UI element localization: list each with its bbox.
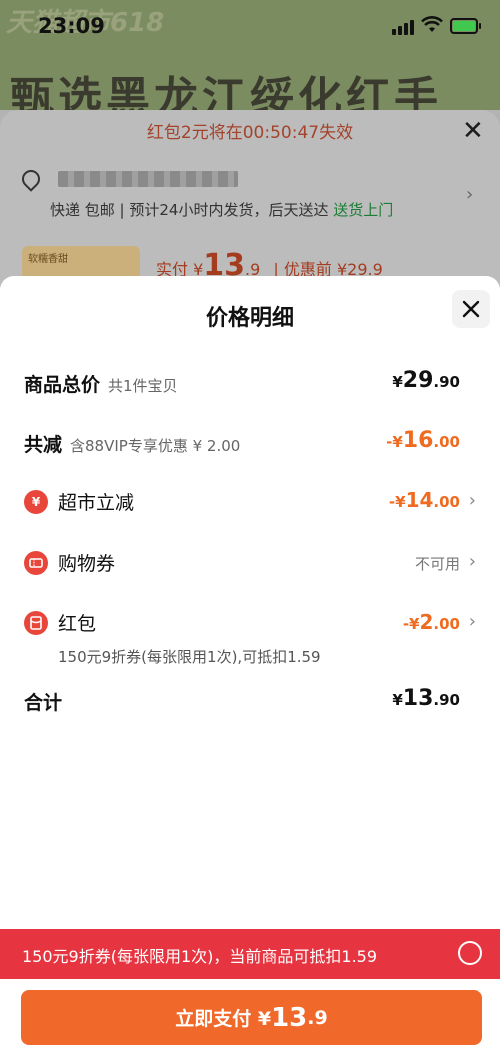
discount-sub: 含88VIP专享优惠 ¥ 2.00	[70, 437, 241, 455]
close-button[interactable]	[452, 290, 490, 328]
goods-total-title: 商品总价	[24, 374, 101, 396]
signal-icon	[392, 20, 414, 35]
redpacket-timer: 红包2元将在00:50:47失效	[146, 123, 354, 143]
market-cents: .00	[433, 493, 460, 511]
row-goods-total: 商品总价 共1件宝贝 ¥29.90	[0, 368, 500, 398]
chevron-right-icon: ›	[468, 611, 476, 632]
market-discount-label: 超市立减	[58, 492, 135, 514]
pay-int: 13	[271, 1002, 308, 1033]
thumbnail-label: 软糯香甜	[28, 254, 68, 265]
order-close-icon[interactable]: ✕	[462, 116, 484, 146]
wifi-icon	[421, 16, 443, 32]
redpacket-value: -¥2.00	[403, 610, 460, 634]
shipping-highlight: 送货上门	[333, 201, 394, 219]
coupon-value: 不可用	[414, 555, 460, 573]
chevron-right-icon: ›	[468, 490, 476, 511]
battery-icon	[450, 18, 478, 34]
goods-total-int: 29	[402, 368, 434, 393]
status-bar: 23:09	[0, 0, 500, 56]
redpacket-icon	[24, 611, 48, 635]
row-total-discount: 共减 含88VIP专享优惠 ¥ 2.00 -¥16.00	[0, 428, 500, 458]
pay-cents: .9	[307, 1006, 328, 1029]
row-sum: 合计 ¥13.90	[0, 686, 500, 716]
redpacket-note: 150元9折券(每张限用1次),可抵扣1.59	[58, 648, 321, 666]
status-time: 23:09	[38, 14, 105, 38]
redpacket-prefix: -¥	[402, 615, 420, 633]
pay-label: 立即支付 ¥	[175, 1008, 272, 1030]
discount-title: 共减	[24, 434, 63, 456]
discount-value: -¥16.00	[386, 428, 460, 453]
row-shopping-coupon[interactable]: 购物券 不可用 ›	[0, 548, 500, 578]
goods-total-sub: 共1件宝贝	[108, 377, 178, 395]
discount-prefix: -¥	[386, 433, 403, 451]
shipping-text: 快递 包邮 | 预计24小时内发货，后天送达	[50, 201, 329, 219]
discount-int: 16	[402, 428, 434, 453]
pay-area: 立即支付 ¥13.9	[0, 979, 500, 1057]
row-market-discount[interactable]: ¥ 超市立减 -¥14.00 ›	[0, 486, 500, 516]
chevron-right-icon[interactable]: ›	[466, 184, 473, 205]
goods-total-label: 商品总价 共1件宝贝	[24, 370, 178, 397]
currency-symbol: ¥	[392, 691, 403, 709]
chevron-right-icon: ›	[468, 551, 476, 572]
redpacket-cents: .00	[433, 615, 460, 633]
currency-symbol: ¥	[392, 373, 403, 391]
goods-total-value: ¥29.90	[392, 368, 460, 393]
redpacket-label: 红包	[58, 613, 97, 635]
market-prefix: -¥	[388, 493, 406, 511]
pay-now-button[interactable]: 立即支付 ¥13.9	[21, 990, 482, 1045]
address-blurred[interactable]	[58, 171, 238, 187]
sum-cents: .90	[433, 691, 460, 709]
market-discount-value: -¥14.00	[389, 488, 460, 512]
discount-cents: .00	[433, 433, 460, 451]
battery-cap	[479, 23, 481, 29]
promo-radio-button[interactable]	[458, 941, 482, 965]
coupon-icon	[24, 551, 48, 575]
promo-coupon-bar[interactable]: 150元9折券(每张限用1次)，当前商品可抵扣1.59	[0, 929, 500, 979]
yen-icon: ¥	[24, 490, 48, 514]
row-redpacket[interactable]: 红包 -¥2.00 › 150元9折券(每张限用1次),可抵扣1.59	[0, 608, 500, 668]
sum-label: 合计	[24, 692, 63, 714]
sum-int: 13	[402, 686, 434, 711]
shipping-info: 快递 包邮 | 预计24小时内发货，后天送达 送货上门	[50, 199, 393, 220]
sum-value: ¥13.90	[392, 686, 460, 711]
discount-label: 共减 含88VIP专享优惠 ¥ 2.00	[24, 430, 240, 457]
promo-text: 150元9折券(每张限用1次)，当前商品可抵扣1.59	[22, 947, 378, 966]
redpacket-int: 2	[419, 610, 434, 634]
coupon-label: 购物券	[58, 553, 116, 575]
goods-total-cents: .90	[433, 373, 460, 391]
sheet-title: 价格明细	[205, 306, 294, 331]
market-int: 14	[405, 488, 434, 512]
close-icon	[462, 300, 480, 318]
